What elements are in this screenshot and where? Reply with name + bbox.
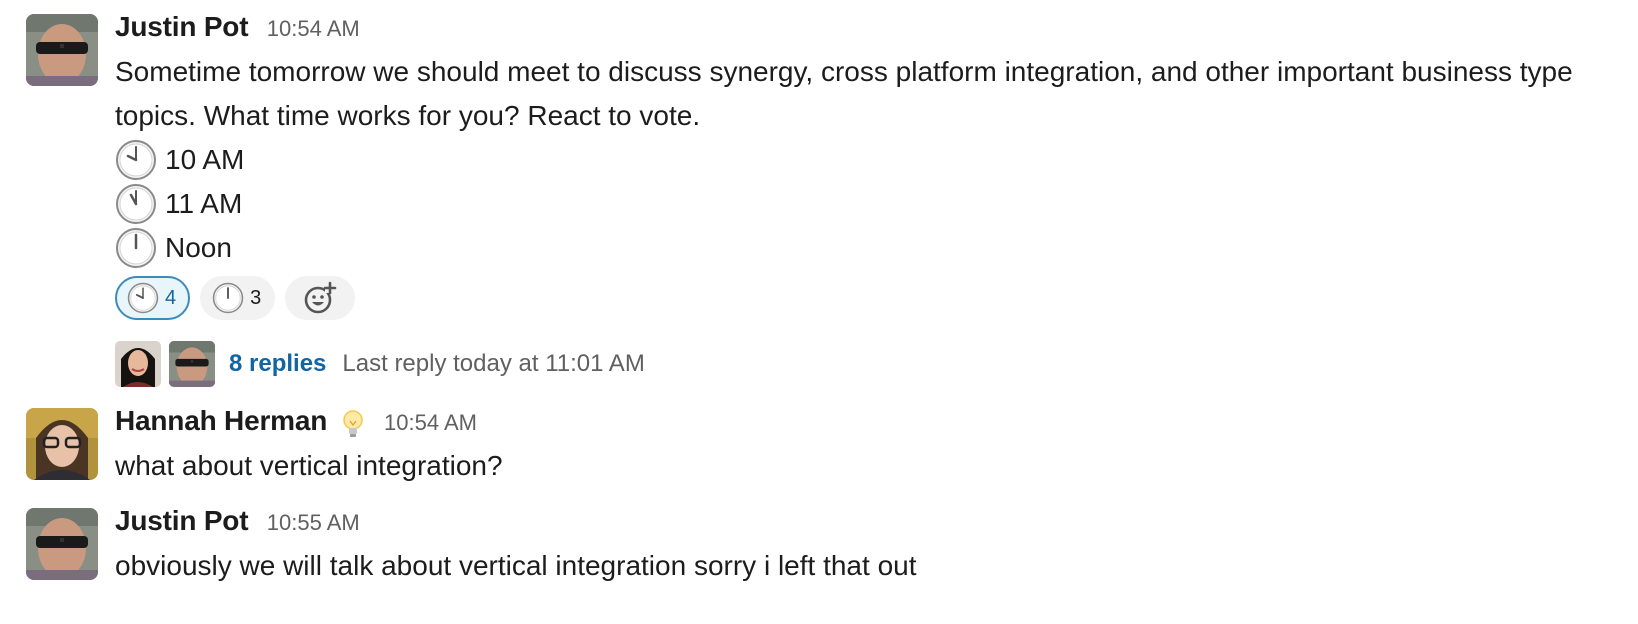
message-text: obviously we will talk about vertical in… (115, 550, 917, 581)
reaction-count: 4 (165, 286, 177, 309)
reply-avatar (169, 341, 215, 387)
poll-option: Noon (115, 226, 1618, 270)
poll-option-label: 10 AM (165, 144, 245, 175)
avatar[interactable] (26, 14, 98, 86)
poll-option: 11 AM (115, 182, 1618, 226)
clock-1000-icon (115, 139, 157, 181)
reaction-clock-1200[interactable]: 3 (200, 276, 276, 320)
clock-1100-icon (115, 183, 157, 225)
author-name[interactable]: Hannah Herman (115, 405, 327, 436)
replies-link[interactable]: 8 replies (229, 350, 326, 378)
author-name[interactable]: Justin Pot (115, 505, 249, 536)
message-text: Sometime tomorrow we should meet to disc… (115, 56, 1573, 131)
add-reaction-button[interactable] (285, 276, 356, 320)
avatar[interactable] (26, 508, 98, 580)
clock-1200-icon (115, 227, 157, 269)
message-timestamp[interactable]: 10:55 AM (267, 510, 360, 535)
poll-option-label: Noon (165, 232, 232, 263)
reaction-clock-1000[interactable]: 4 (115, 276, 191, 320)
reactions-bar: 4 3 (115, 276, 1618, 324)
thread-summary[interactable]: 8 replies Last reply today at 11:01 AM (115, 340, 1618, 388)
add-reaction-icon (304, 281, 337, 314)
poll-option-label: 11 AM (165, 188, 243, 219)
clock-1200-icon (212, 282, 244, 314)
message-text: what about vertical integration? (115, 450, 503, 481)
last-reply-text: Last reply today at 11:01 AM (342, 350, 645, 377)
poll-option: 10 AM (115, 138, 1618, 182)
lightbulb-icon (342, 410, 363, 437)
reply-avatar (115, 341, 161, 387)
message-timestamp[interactable]: 10:54 AM (267, 16, 360, 41)
reaction-count: 3 (250, 286, 262, 309)
message-timestamp[interactable]: 10:54 AM (384, 410, 477, 435)
author-name[interactable]: Justin Pot (115, 11, 249, 42)
avatar[interactable] (26, 408, 98, 480)
clock-1000-icon (127, 282, 159, 314)
